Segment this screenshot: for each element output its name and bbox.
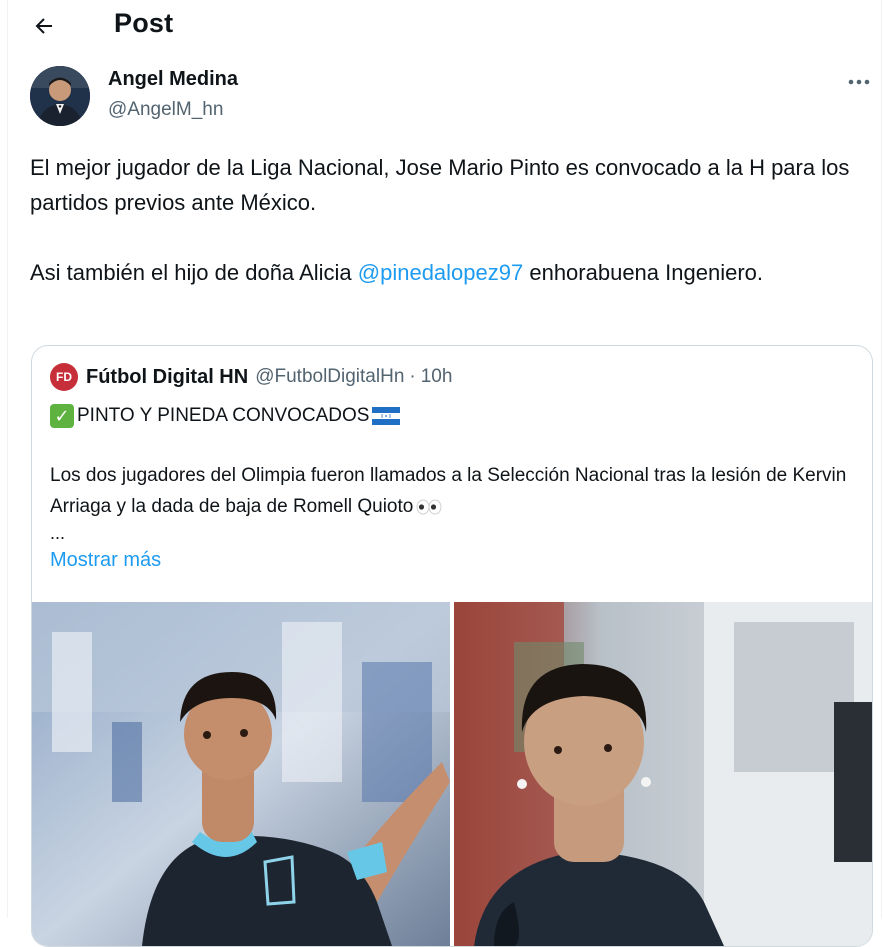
eyes-icon (416, 499, 442, 515)
tweet-text: El mejor jugador de la Liga Nacional, Jo… (30, 150, 875, 290)
quoted-post-card[interactable]: FD Fútbol Digital HN @FutbolDigitalHn · … (31, 345, 873, 947)
quoted-headline: ✓ PINTO Y PINEDA CONVOCADOS (50, 401, 401, 431)
media-image-player-1[interactable] (32, 602, 450, 946)
back-button[interactable] (26, 8, 62, 44)
tweet-paragraph-2: Asi también el hijo de doña Alicia @pine… (30, 255, 875, 290)
avatar[interactable] (30, 66, 90, 126)
quoted-ellipsis: ... (50, 523, 66, 543)
honduras-flag-icon (372, 407, 401, 425)
more-options-button[interactable] (843, 70, 875, 94)
tweet-text-segment: Asi también el hijo de doña Alicia (30, 260, 358, 285)
media-image-player-2[interactable] (454, 602, 872, 946)
quoted-author-name[interactable]: Fútbol Digital HN (86, 366, 248, 389)
separator-dot: · (409, 366, 416, 387)
quoted-body: Los dos jugadores del Olimpia fueron lla… (50, 460, 865, 522)
quoted-avatar[interactable]: FD (50, 363, 78, 391)
check-mark-icon: ✓ (50, 404, 74, 428)
quoted-media-grid (32, 602, 872, 946)
show-more-link[interactable]: Mostrar más (50, 549, 161, 572)
quoted-headline-text: PINTO Y PINEDA CONVOCADOS (77, 405, 370, 426)
tweet-paragraph-1: El mejor jugador de la Liga Nacional, Jo… (30, 155, 850, 215)
author-handle[interactable]: @AngelM_hn (108, 99, 223, 121)
quoted-post-header: FD Fútbol Digital HN @FutbolDigitalHn · … (50, 362, 452, 392)
mention-link[interactable]: @pinedalopez97 (358, 260, 523, 285)
author-name[interactable]: Angel Medina (108, 68, 238, 91)
page-title: Post (114, 8, 174, 38)
more-horizontal-icon (848, 79, 870, 85)
quoted-timestamp[interactable]: 10h (421, 366, 453, 388)
column-border-left (7, 0, 8, 918)
tweet-text-segment: enhorabuena Ingeniero. (523, 260, 763, 285)
column-border-right (881, 0, 882, 918)
post-header: Post (0, 0, 883, 52)
quoted-author-handle[interactable]: @FutbolDigitalHn (255, 366, 404, 388)
arrow-left-icon (35, 18, 52, 34)
quoted-body-text: Los dos jugadores del Olimpia fueron lla… (50, 465, 847, 517)
